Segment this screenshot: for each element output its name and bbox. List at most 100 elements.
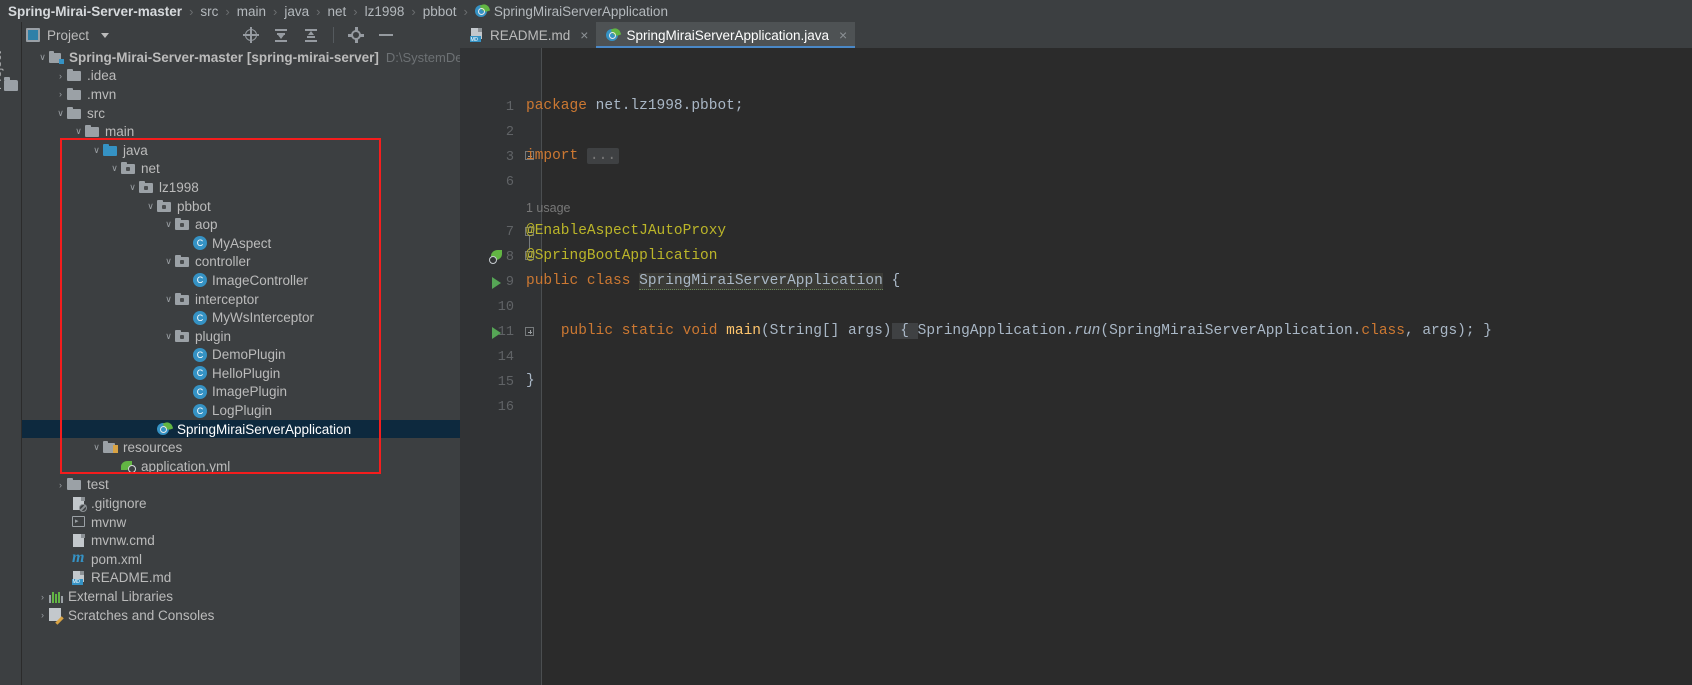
tree-row-label: plugin: [195, 328, 232, 344]
chevron-down-icon[interactable]: ∨: [162, 294, 175, 305]
tree-row-plugin[interactable]: ∨ plugin: [22, 327, 460, 346]
tree-row-springmiraiserverapplication[interactable]: SpringMiraiServerApplication: [22, 419, 460, 439]
run-method-gutter-icon[interactable]: [492, 327, 501, 339]
editor-gutter[interactable]: 1 2 3 6 7 8 9 10 11 14 15 16: [460, 48, 524, 685]
tab-spring-mirai-server-application[interactable]: SpringMiraiServerApplication.java ×: [596, 22, 856, 48]
tree-row-net[interactable]: ∨ net: [22, 160, 460, 179]
gear-icon[interactable]: [348, 27, 365, 43]
chevron-down-icon[interactable]: ∨: [72, 126, 85, 137]
tree-row-mvnw[interactable]: ▸ mvnw: [22, 513, 460, 532]
tree-row-label: net: [141, 161, 160, 177]
tree-row-myaspect[interactable]: MyAspect: [22, 234, 460, 253]
tree-row-mvnw-cmd[interactable]: mvnw.cmd: [22, 531, 460, 550]
run-class-gutter-icon[interactable]: [492, 277, 501, 289]
closing-brace: }: [526, 373, 535, 389]
code-editor[interactable]: 1 2 3 6 7 8 9 10 11 14 15 16 package net…: [460, 48, 1692, 685]
chevron-right-icon[interactable]: ›: [54, 71, 67, 81]
spring-bean-gutter-icon[interactable]: [489, 250, 503, 264]
chevron-down-icon[interactable]: ∨: [126, 182, 139, 193]
line-number: 7: [505, 225, 514, 240]
tree-row-test[interactable]: › test: [22, 476, 460, 495]
usage-inlay-hint[interactable]: 1 usage: [526, 201, 570, 215]
folder-icon[interactable]: [4, 77, 18, 91]
line-number: 15: [497, 375, 514, 390]
tree-row-imagecontroller[interactable]: ImageController: [22, 271, 460, 290]
tree-row-scratches-and-consoles[interactable]: › Scratches and Consoles: [22, 606, 460, 625]
tree-row-demoplugin[interactable]: DemoPlugin: [22, 346, 460, 365]
chevron-down-icon[interactable]: ∨: [54, 108, 67, 119]
folder-icon: [67, 478, 82, 491]
chevron-down-icon[interactable]: ∨: [162, 219, 175, 230]
chevron-down-icon[interactable]: ∨: [36, 52, 49, 63]
keyword-static: static: [621, 323, 674, 339]
breadcrumb-segment-net[interactable]: net: [327, 4, 346, 19]
chevron-right-icon[interactable]: ›: [36, 592, 49, 602]
tree-row-aop[interactable]: ∨ aop: [22, 215, 460, 234]
tree-row-mywsinterceptor[interactable]: MyWsInterceptor: [22, 308, 460, 327]
close-icon[interactable]: ×: [839, 27, 847, 43]
chevron-down-icon: [101, 32, 110, 38]
tree-row-label: HelloPlugin: [212, 365, 281, 381]
tree-row-label: Spring-Mirai-Server-master [spring-mirai…: [69, 49, 379, 65]
chevron-down-icon[interactable]: ∨: [162, 331, 175, 342]
breadcrumb-segment-src[interactable]: src: [200, 4, 218, 19]
tree-row-imageplugin[interactable]: ImagePlugin: [22, 383, 460, 402]
chevron-right-icon[interactable]: ›: [36, 610, 49, 620]
tree-row-gitignore[interactable]: .gitignore: [22, 494, 460, 513]
tree-row-src[interactable]: ∨ src: [22, 104, 460, 123]
tab-readme[interactable]: MD README.md ×: [460, 22, 596, 48]
chevron-right-icon[interactable]: ›: [54, 480, 67, 490]
spring-boot-icon: [474, 2, 491, 18]
project-tree[interactable]: ∨ Spring-Mirai-Server-master [spring-mir…: [22, 48, 460, 685]
tree-row-label: lz1998: [159, 179, 199, 195]
breadcrumb-segment-pbbot[interactable]: pbbot: [423, 4, 457, 19]
expand-all-icon[interactable]: [303, 27, 319, 43]
code-line-3: import ...: [526, 148, 620, 164]
chevron-down-icon[interactable]: ∨: [90, 145, 103, 156]
tree-row-logplugin[interactable]: LogPlugin: [22, 401, 460, 420]
breadcrumb-segment-java[interactable]: java: [284, 4, 309, 19]
tree-row-external-libraries[interactable]: › External Libraries: [22, 587, 460, 606]
close-icon[interactable]: ×: [580, 27, 588, 43]
breadcrumb-segment-lz1998[interactable]: lz1998: [365, 4, 405, 19]
breadcrumb-root[interactable]: Spring-Mirai-Server-master: [8, 4, 182, 19]
chevron-down-icon[interactable]: ∨: [108, 163, 121, 174]
collapsed-imports-placeholder[interactable]: ...: [586, 148, 620, 164]
tree-row-resources[interactable]: ∨ resources: [22, 438, 460, 457]
breadcrumb-segment-main[interactable]: main: [237, 4, 266, 19]
collapse-all-icon[interactable]: [273, 27, 289, 43]
minimize-icon[interactable]: [378, 27, 394, 43]
tree-row-idea[interactable]: › .idea: [22, 67, 460, 86]
tree-row-main[interactable]: ∨ main: [22, 122, 460, 141]
tree-row-label: java: [123, 142, 148, 158]
code-text-area[interactable]: package net.lz1998.pbbot; import ... 1 u…: [526, 48, 1692, 685]
method-name-main: main: [726, 323, 761, 339]
chevron-down-icon[interactable]: ∨: [162, 256, 175, 267]
chevron-down-icon[interactable]: ∨: [144, 201, 157, 212]
chevron-right-icon[interactable]: ›: [54, 89, 67, 99]
tree-row-java[interactable]: ∨ java: [22, 141, 460, 160]
tree-row-pom-xml[interactable]: pom.xml: [22, 549, 460, 569]
tree-row-project-root[interactable]: ∨ Spring-Mirai-Server-master [spring-mir…: [22, 48, 460, 67]
tree-row-mvn[interactable]: › .mvn: [22, 85, 460, 104]
code-line-11: public static void main(String[] args) {…: [526, 323, 1492, 339]
line-number: 10: [497, 300, 514, 315]
tree-row-label: .idea: [87, 68, 117, 84]
tree-row-readme-md[interactable]: MD README.md: [22, 569, 460, 588]
editor-tab-bar: MD README.md × SpringMiraiServerApplicat…: [460, 22, 856, 48]
tree-row-interceptor[interactable]: ∨ interceptor: [22, 290, 460, 309]
tree-row-helloplugin[interactable]: HelloPlugin: [22, 364, 460, 383]
code-line-9: public class SpringMiraiServerApplicatio…: [526, 273, 900, 290]
tree-row-label: ImageController: [212, 272, 309, 288]
tree-row-application-yml[interactable]: application.yml: [22, 457, 460, 476]
package-name: net.lz1998.pbbot;: [586, 98, 744, 114]
tree-row-pbbot[interactable]: ∨ pbbot: [22, 197, 460, 216]
breadcrumb-leaf[interactable]: SpringMiraiServerApplication: [494, 4, 668, 19]
project-view-selector[interactable]: Project: [26, 28, 110, 43]
keyword-import: import: [526, 148, 579, 164]
code-folding-strip[interactable]: [524, 48, 542, 685]
locate-icon[interactable]: [243, 27, 260, 43]
tree-row-controller[interactable]: ∨ controller: [22, 253, 460, 272]
tree-row-lz1998[interactable]: ∨ lz1998: [22, 178, 460, 197]
chevron-down-icon[interactable]: ∨: [90, 442, 103, 453]
